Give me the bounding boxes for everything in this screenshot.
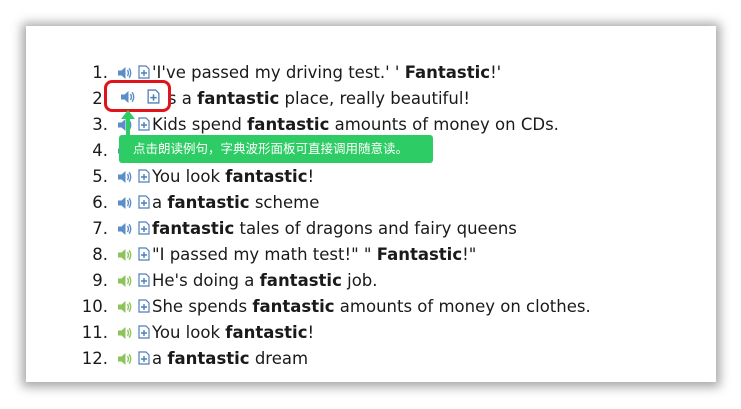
sentence-number: 2. <box>92 89 108 108</box>
sentence-number: 12. <box>81 349 108 368</box>
sentence-fragment: You look <box>152 167 226 186</box>
sentence-fragment: amounts of money on clothes. <box>334 297 591 316</box>
sentence-fragment: dream <box>249 349 309 368</box>
sentence-number: 4. <box>92 141 108 160</box>
keyword: Fantastic <box>376 245 463 264</box>
speaker-icon[interactable] <box>116 246 134 264</box>
speaker-icon[interactable] <box>116 194 134 212</box>
speaker-icon[interactable] <box>119 88 137 106</box>
speaker-icon[interactable] <box>116 298 134 316</box>
speaker-icon[interactable] <box>116 272 134 290</box>
sentence-fragment: !" <box>462 245 477 264</box>
plus-box-icon[interactable] <box>138 351 150 365</box>
keyword: fantastic <box>167 193 250 212</box>
example-sentences-panel: 1. 'I've passed my driving test.' ' Fanta… <box>26 26 716 382</box>
sentence-text[interactable]: He's doing a fantastic job. <box>152 268 378 294</box>
sentence-fragment: job. <box>341 271 378 290</box>
sentence-number: 10. <box>81 297 108 316</box>
sentence-fragment: a <box>152 193 168 212</box>
sentence-fragment: Kids spend <box>152 115 248 134</box>
plus-box-icon[interactable] <box>138 325 150 339</box>
sentence-fragment: 'I've passed my driving test.' ' <box>152 63 405 82</box>
keyword: fantastic <box>225 167 308 186</box>
plus-box-icon[interactable] <box>138 247 150 261</box>
sentence-number: 8. <box>92 245 108 264</box>
sentence-fragment: scheme <box>249 193 320 212</box>
sentence-fragment: tales of dragons and fairy queens <box>234 219 517 238</box>
sentence-text[interactable]: 'I've passed my driving test.' ' Fantast… <box>152 60 501 86</box>
speaker-icon[interactable] <box>116 350 134 368</box>
sentence-fragment: a <box>152 349 168 368</box>
sentence-fragment: ! <box>307 167 315 186</box>
speaker-icon[interactable] <box>116 168 134 186</box>
sentence-fragment: She spends <box>152 297 253 316</box>
plus-box-icon[interactable] <box>138 299 150 313</box>
sentence-text[interactable]: a fantastic dream <box>152 346 308 372</box>
sentence-text[interactable]: "I passed my math test!" " Fantastic!" <box>152 242 476 268</box>
sentence-fragment: ! <box>307 323 315 342</box>
keyword: Fantastic <box>404 63 491 82</box>
plus-box-icon[interactable] <box>138 195 150 209</box>
sentence-number: 7. <box>92 219 108 238</box>
keyword: fantastic <box>252 297 335 316</box>
sentence-number: 9. <box>92 271 108 290</box>
plus-box-icon[interactable] <box>138 169 150 183</box>
sentence-fragment: He's doing a <box>152 271 260 290</box>
speaker-icon[interactable] <box>116 324 134 342</box>
plus-box-icon[interactable] <box>138 221 150 235</box>
keyword: fantastic <box>247 115 330 134</box>
keyword: fantastic <box>197 89 280 108</box>
plus-box-icon[interactable] <box>138 273 150 287</box>
sentence-fragment: !' <box>490 63 502 82</box>
sentence-text[interactable]: It's a fantastic place, really beautiful… <box>152 86 470 112</box>
sentence-fragment: amounts of money on CDs. <box>329 115 559 134</box>
sentence-text[interactable]: She spends fantastic amounts of money on… <box>152 294 591 320</box>
sentence-number: 11. <box>81 323 108 342</box>
sentence-number: 6. <box>92 193 108 212</box>
plus-box-icon[interactable] <box>138 65 150 79</box>
plus-box-icon[interactable] <box>147 89 160 104</box>
sentence-text[interactable]: a fantastic scheme <box>152 190 319 216</box>
keyword: fantastic <box>259 271 342 290</box>
sentence-text[interactable]: You look fantastic! <box>152 320 314 346</box>
sentence-number: 1. <box>92 63 108 82</box>
keyword: fantastic <box>152 219 235 238</box>
sentence-text[interactable]: You look fantastic! <box>152 164 314 190</box>
speaker-icon[interactable] <box>116 220 134 238</box>
sentence-fragment: You look <box>152 323 226 342</box>
sentence-text[interactable]: fantastic tales of dragons and fairy que… <box>152 216 517 242</box>
sentence-number: 3. <box>92 115 108 134</box>
sentence-fragment: place, really beautiful! <box>279 89 471 108</box>
keyword: fantastic <box>167 349 250 368</box>
keyword: fantastic <box>225 323 308 342</box>
plus-box-icon[interactable] <box>138 117 150 131</box>
tooltip: 点击朗读例句，字典波形面板可直接调用随意读。 <box>119 135 433 163</box>
sentence-number: 5. <box>92 167 108 186</box>
callout-arrow-icon <box>121 110 135 136</box>
sentence-fragment: "I passed my math test!" " <box>152 245 377 264</box>
